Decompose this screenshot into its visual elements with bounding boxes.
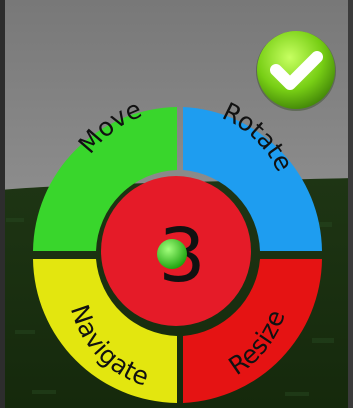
left-window-frame — [0, 0, 5, 408]
green-dot-icon — [157, 239, 187, 269]
radial-menu-scene: Move Rotate Navigate Resize 3 — [0, 0, 353, 408]
confirm-button[interactable] — [256, 31, 336, 111]
center-button[interactable]: 3 — [101, 176, 251, 326]
right-window-frame — [348, 0, 353, 408]
